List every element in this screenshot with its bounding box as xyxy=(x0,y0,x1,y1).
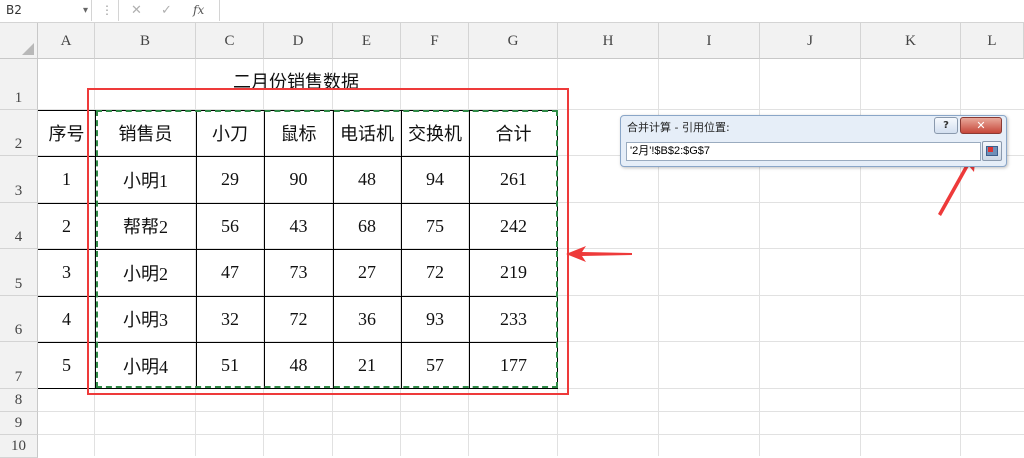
dialog-title: 合并计算 - 引用位置: xyxy=(627,121,730,134)
column-header-e[interactable]: E xyxy=(333,23,401,59)
row-header-4[interactable]: 4 xyxy=(0,203,38,249)
range-select-marker xyxy=(988,147,993,152)
row-number: 8 xyxy=(14,392,23,408)
row-header-9[interactable]: 9 xyxy=(0,412,38,435)
column-header-c[interactable]: C xyxy=(196,23,264,59)
row-number: 5 xyxy=(14,276,23,292)
enter-icon[interactable]: ✓ xyxy=(161,0,172,21)
red-arrow-left-icon xyxy=(566,246,632,262)
row-number: 2 xyxy=(14,136,23,152)
insert-function-icon[interactable]: fx xyxy=(193,0,204,21)
row-number: 7 xyxy=(14,369,23,385)
column-header-a[interactable]: A xyxy=(38,23,95,59)
row-number: 3 xyxy=(14,183,23,199)
row-number: 6 xyxy=(14,322,23,338)
drag-handle-icon[interactable]: ⋮ xyxy=(101,0,113,21)
row-header-5[interactable]: 5 xyxy=(0,249,38,296)
select-all-icon xyxy=(22,43,34,55)
column-header-l[interactable]: L xyxy=(961,23,1024,59)
row-header-6[interactable]: 6 xyxy=(0,296,38,342)
name-box[interactable]: B2 xyxy=(0,0,92,21)
column-header-j[interactable]: J xyxy=(760,23,861,59)
row-number: 1 xyxy=(14,90,23,106)
cancel-icon[interactable]: ✕ xyxy=(131,0,142,21)
row-header-7[interactable]: 7 xyxy=(0,342,38,389)
row-header-1[interactable]: 1 xyxy=(0,59,38,110)
row-header-8[interactable]: 8 xyxy=(0,389,38,412)
row-header-3[interactable]: 3 xyxy=(0,156,38,203)
formula-bar-buttons: ✕ ✓ fx xyxy=(118,0,220,21)
column-header-f[interactable]: F xyxy=(401,23,469,59)
expand-dialog-button[interactable] xyxy=(982,141,1002,161)
help-button[interactable]: ? xyxy=(934,117,958,134)
row-number: 4 xyxy=(14,229,23,245)
red-highlight-box xyxy=(87,88,569,395)
row-header-10[interactable]: 10 xyxy=(0,435,38,458)
formula-bar: B2 ▾ ⋮ ✕ ✓ fx xyxy=(0,0,1024,23)
select-all-corner[interactable] xyxy=(0,23,38,59)
column-header-g[interactable]: G xyxy=(469,23,558,59)
column-header-d[interactable]: D xyxy=(264,23,333,59)
row-number: 10 xyxy=(11,438,26,454)
name-box-dropdown-icon[interactable]: ▾ xyxy=(83,0,88,21)
row-number: 9 xyxy=(14,415,23,431)
close-button[interactable]: ✕ xyxy=(960,117,1002,134)
row-header-2[interactable]: 2 xyxy=(0,110,38,156)
column-header-k[interactable]: K xyxy=(861,23,961,59)
reference-input[interactable]: '2月'!$B$2:$G$7 xyxy=(626,142,981,161)
column-header-h[interactable]: H xyxy=(558,23,659,59)
column-header-b[interactable]: B xyxy=(95,23,196,59)
consolidate-reference-dialog[interactable]: 合并计算 - 引用位置: ? ✕ '2月'!$B$2:$G$7 xyxy=(620,115,1007,167)
column-header-i[interactable]: I xyxy=(659,23,760,59)
